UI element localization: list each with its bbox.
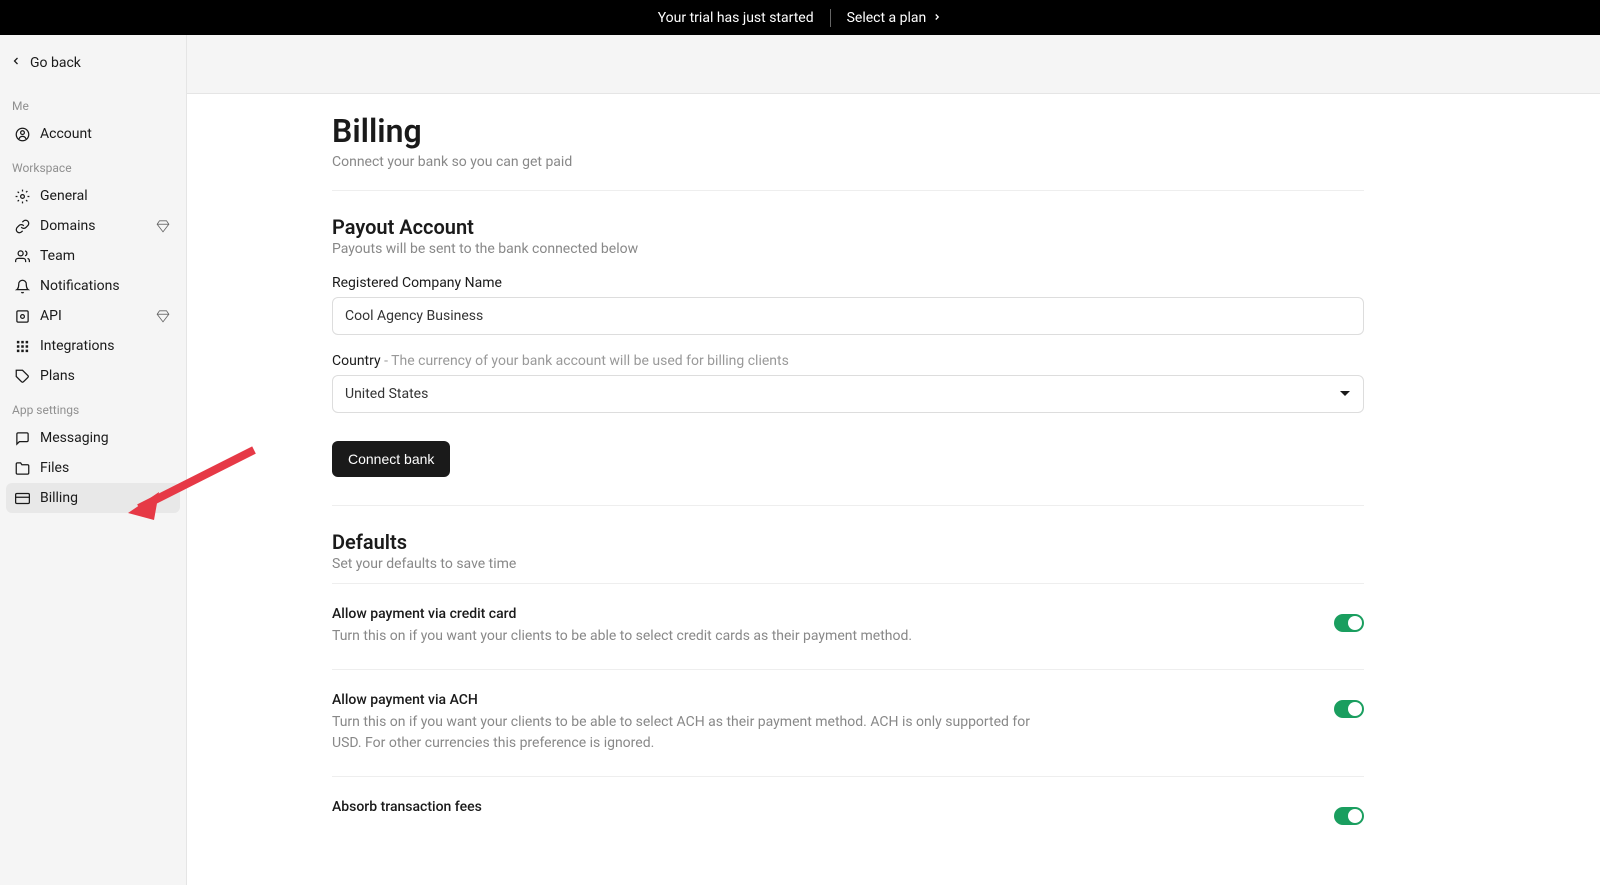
sidebar-item-label: Billing — [40, 490, 172, 506]
sidebar-item-label: Domains — [40, 218, 146, 234]
gear-icon — [14, 188, 30, 204]
sidebar-item-notifications[interactable]: Notifications — [6, 271, 180, 301]
sidebar-item-label: Integrations — [40, 338, 172, 354]
user-circle-icon — [14, 126, 30, 142]
sidebar-section-workspace: Workspace — [4, 149, 182, 181]
toggle-absorb-fees[interactable] — [1334, 807, 1364, 825]
api-icon — [14, 308, 30, 324]
sidebar-item-label: Messaging — [40, 430, 172, 446]
select-plan-link[interactable]: Select a plan — [847, 10, 943, 26]
toggle-ach[interactable] — [1334, 700, 1364, 718]
sidebar-item-integrations[interactable]: Integrations — [6, 331, 180, 361]
payout-subtitle: Payouts will be sent to the bank connect… — [332, 241, 1364, 257]
diamond-icon — [156, 309, 170, 323]
chevron-left-icon — [10, 55, 22, 71]
sidebar-item-team[interactable]: Team — [6, 241, 180, 271]
main-content: Billing Connect your bank so you can get… — [187, 93, 1600, 885]
go-back-link[interactable]: Go back — [4, 43, 182, 87]
sidebar-item-files[interactable]: Files — [6, 453, 180, 483]
page-subtitle: Connect your bank so you can get paid — [332, 154, 1364, 170]
team-icon — [14, 248, 30, 264]
diamond-icon — [156, 219, 170, 233]
country-select[interactable]: United States — [332, 375, 1364, 413]
sidebar-item-messaging[interactable]: Messaging — [6, 423, 180, 453]
sidebar-section-app-settings: App settings — [4, 391, 182, 423]
bell-icon — [14, 278, 30, 294]
setting-ach: Allow payment via ACH Turn this on if yo… — [332, 670, 1364, 777]
payout-title: Payout Account — [332, 215, 1364, 239]
message-icon — [14, 430, 30, 446]
sidebar-item-api[interactable]: API — [6, 301, 180, 331]
sidebar-item-label: Account — [40, 126, 172, 142]
setting-desc: Turn this on if you want your clients to… — [332, 712, 1052, 754]
sidebar-section-me: Me — [4, 87, 182, 119]
sidebar-item-billing[interactable]: Billing — [6, 483, 180, 513]
select-plan-label: Select a plan — [847, 10, 927, 26]
sidebar-item-domains[interactable]: Domains — [6, 211, 180, 241]
sidebar-item-label: Team — [40, 248, 172, 264]
setting-title: Absorb transaction fees — [332, 799, 1052, 815]
tag-icon — [14, 368, 30, 384]
topbar-divider — [830, 9, 831, 27]
link-icon — [14, 218, 30, 234]
setting-desc: Turn this on if you want your clients to… — [332, 626, 1052, 647]
page-title: Billing — [332, 112, 1364, 150]
setting-title: Allow payment via credit card — [332, 606, 1052, 622]
grid-icon — [14, 338, 30, 354]
company-name-input[interactable] — [332, 297, 1364, 335]
sidebar-item-account[interactable]: Account — [6, 119, 180, 149]
toggle-credit-card[interactable] — [1334, 614, 1364, 632]
sidebar-item-general[interactable]: General — [6, 181, 180, 211]
caret-down-icon — [1339, 386, 1351, 402]
sidebar-item-label: API — [40, 308, 146, 324]
sidebar-item-label: Plans — [40, 368, 172, 384]
country-label: Country - The currency of your bank acco… — [332, 353, 1364, 369]
sidebar: Go back Me Account Workspace General Dom… — [0, 35, 187, 885]
folder-icon — [14, 460, 30, 476]
country-hint: - The currency of your bank account will… — [381, 353, 789, 369]
trial-banner: Your trial has just started Select a pla… — [0, 0, 1600, 35]
trial-text: Your trial has just started — [658, 10, 814, 26]
sidebar-item-plans[interactable]: Plans — [6, 361, 180, 391]
setting-credit-card: Allow payment via credit card Turn this … — [332, 584, 1364, 670]
credit-card-icon — [14, 490, 30, 506]
sidebar-item-label: Notifications — [40, 278, 172, 294]
go-back-label: Go back — [30, 55, 81, 71]
country-value: United States — [345, 386, 428, 402]
country-label-text: Country — [332, 353, 381, 369]
connect-bank-button[interactable]: Connect bank — [332, 441, 450, 477]
defaults-title: Defaults — [332, 530, 1364, 554]
chevron-right-icon — [932, 10, 942, 26]
sidebar-item-label: Files — [40, 460, 172, 476]
defaults-subtitle: Set your defaults to save time — [332, 556, 1364, 572]
setting-title: Allow payment via ACH — [332, 692, 1052, 708]
company-name-label: Registered Company Name — [332, 275, 1364, 291]
sidebar-item-label: General — [40, 188, 172, 204]
setting-absorb-fees: Absorb transaction fees — [332, 777, 1364, 847]
